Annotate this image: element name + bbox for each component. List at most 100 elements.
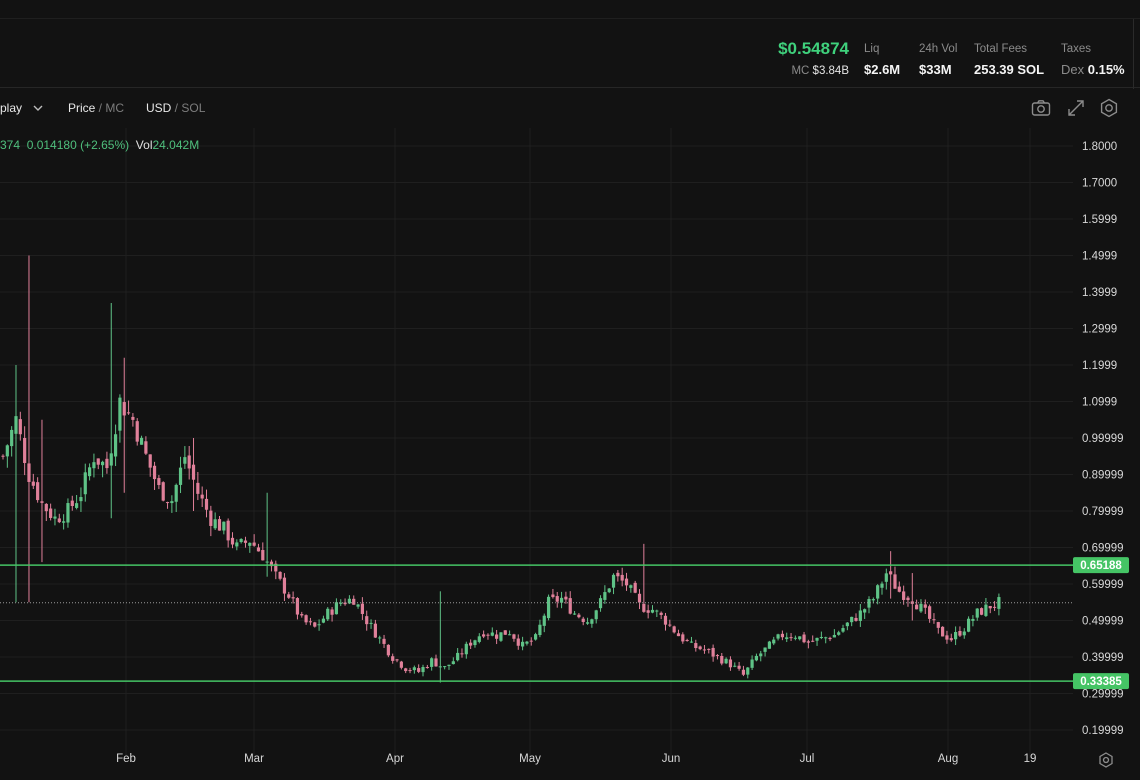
- mc-value: $3.84B: [812, 65, 849, 77]
- currency-toggle[interactable]: USD / SOL: [146, 101, 205, 115]
- candle-body: [685, 639, 689, 641]
- stat-value: 253.39 SOL: [974, 62, 1045, 77]
- candle-body: [932, 619, 936, 621]
- candle-body: [204, 498, 209, 510]
- market-cap: MC $3.84B: [778, 65, 849, 77]
- tax-value: 0.15%: [1087, 62, 1125, 77]
- candle-body: [724, 658, 728, 664]
- header-divider: [1133, 19, 1134, 89]
- candle-body: [733, 665, 737, 667]
- candle-body: [105, 458, 109, 469]
- candle-body: [772, 639, 776, 644]
- candle-body: [702, 649, 707, 651]
- candle-body: [261, 550, 265, 561]
- price-mc-toggle[interactable]: Price / MC: [68, 101, 124, 115]
- settings-icon[interactable]: [1098, 97, 1120, 119]
- candle-body: [447, 664, 451, 666]
- candle-body: [521, 641, 525, 647]
- candle-body: [66, 503, 70, 523]
- level-label: 0.33385: [1080, 676, 1122, 688]
- candle-body: [334, 602, 339, 615]
- candle-body: [559, 597, 564, 603]
- candle-body: [300, 614, 304, 616]
- y-tick-label: 0.99999: [1082, 433, 1124, 445]
- candle-body: [741, 669, 746, 675]
- candle-body: [988, 605, 992, 609]
- candle-body: [278, 571, 282, 579]
- candle-body: [954, 631, 958, 640]
- candle-body: [222, 521, 226, 531]
- candle-body: [620, 574, 624, 581]
- legend-change: 0.014180 (+2.65%): [26, 138, 130, 152]
- axis-settings-icon[interactable]: [1099, 752, 1113, 768]
- candle-body: [135, 421, 139, 442]
- candle-body: [759, 653, 763, 657]
- candle-body: [707, 648, 711, 650]
- candle-body: [806, 641, 810, 643]
- candle-body: [49, 508, 53, 518]
- ohlc-legend: 374 0.014180 (+2.65%) Vol24.042M: [0, 138, 199, 152]
- candle-body: [581, 618, 585, 622]
- candle-body: [79, 497, 83, 502]
- y-axis-labels: 1.8000 1.7000 1.5999 1.4999 1.3999 1.2999 1.19…: [1082, 141, 1124, 737]
- candle-body: [767, 641, 772, 649]
- candle-body: [62, 521, 66, 523]
- candle-body: [616, 572, 620, 577]
- candle-body: [689, 641, 694, 643]
- stat-label: Total Fees: [974, 43, 1028, 55]
- x-axis-labels: Feb Mar Apr May Jun Jul Aug 19: [116, 753, 1036, 765]
- candle-body: [23, 437, 27, 463]
- expand-icon[interactable]: [1065, 97, 1087, 119]
- candle-body: [373, 623, 377, 638]
- candle-body: [421, 667, 425, 673]
- candle-body: [386, 644, 390, 656]
- candlestick-chart[interactable]: 0.651880.33385 1.80001.70001.59991.49991…: [0, 128, 1140, 780]
- candle-body: [585, 622, 590, 624]
- candle-body: [157, 478, 161, 486]
- candle-body: [819, 636, 823, 638]
- usd-option[interactable]: USD: [146, 101, 171, 115]
- candle-body: [919, 603, 923, 612]
- x-tick-label: Apr: [386, 753, 404, 765]
- candle-body: [837, 632, 841, 635]
- candle-body: [451, 661, 455, 665]
- y-tick-label: 0.29999: [1082, 689, 1124, 701]
- candle-body: [126, 412, 131, 414]
- y-tick-label: 1.2999: [1082, 324, 1117, 336]
- candle-body: [122, 402, 126, 416]
- candle-body: [412, 667, 416, 671]
- horizontal-lines: 0.65188 0.33385: [0, 557, 1129, 690]
- display-dropdown[interactable]: play: [0, 101, 43, 115]
- mc-option[interactable]: MC: [105, 101, 124, 115]
- candle-body: [850, 616, 854, 623]
- candle-body: [14, 416, 18, 434]
- candle-body: [425, 667, 429, 669]
- price-option[interactable]: Price: [68, 101, 95, 115]
- candle-body: [737, 665, 741, 669]
- camera-icon[interactable]: [1030, 97, 1052, 119]
- candle-body: [144, 441, 148, 454]
- candle-body: [395, 659, 399, 661]
- candle-body: [971, 618, 975, 621]
- candle-body: [728, 659, 733, 668]
- y-tick-label: 1.8000: [1082, 141, 1117, 153]
- candle-body: [313, 622, 317, 627]
- candle-body: [417, 668, 421, 672]
- candle-body: [763, 647, 767, 652]
- candle-body: [191, 464, 196, 480]
- candle-body: [243, 540, 248, 543]
- legend-last: 374: [0, 138, 21, 152]
- candle-body: [941, 626, 945, 637]
- candle-body: [477, 636, 481, 642]
- candle-body: [854, 617, 858, 621]
- token-price: $0.54874: [778, 39, 849, 58]
- candle-body: [118, 397, 122, 431]
- candle-body: [75, 503, 79, 508]
- candle-body: [681, 634, 685, 642]
- candle-body: [637, 593, 642, 603]
- candle-body: [5, 445, 9, 457]
- candle-body: [88, 467, 92, 477]
- candle-body: [178, 467, 183, 485]
- sol-option[interactable]: SOL: [181, 101, 205, 115]
- candle-body: [798, 636, 802, 640]
